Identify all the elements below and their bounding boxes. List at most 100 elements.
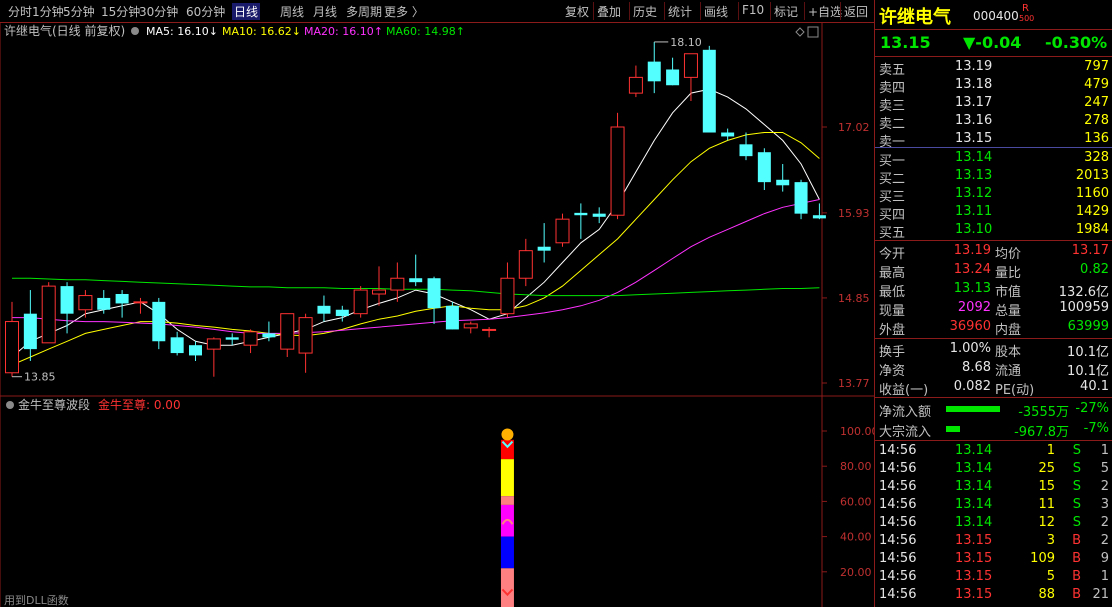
stat-row: 换手 1.00% 股本 10.1亿 (875, 340, 1112, 360)
ma-legend: MA10: 16.62↓ (222, 25, 301, 38)
candle-body-down (592, 213, 606, 217)
tick-volume: 25 (1038, 461, 1055, 476)
bid-price: 13.12 (955, 186, 993, 201)
bid-row: 买二 13.13 2013 (875, 167, 1112, 187)
stat-value: 2092 (957, 300, 991, 315)
flow-value: -967.8万 (1014, 425, 1069, 440)
settings-icon (131, 27, 139, 35)
candle-body-up (280, 313, 295, 350)
stat-value: 63999 (1067, 319, 1109, 334)
toolbar-action-button[interactable]: 历史 (633, 3, 657, 20)
ma5-line (11, 88, 820, 358)
bid-volume: 1429 (1075, 204, 1109, 219)
stat-value: 0.82 (1080, 262, 1109, 277)
flow-row: 大宗流入 -967.8万 -7% (875, 420, 1112, 440)
indicator-bar-segment (500, 568, 514, 607)
candle-body-up (78, 295, 93, 311)
low-price-label: 13.85 (24, 371, 56, 384)
toolbar-action-button[interactable]: F10 (742, 3, 764, 17)
badge-number: 500 (1019, 14, 1035, 23)
candle-body-up (243, 331, 258, 346)
candle-body-down (152, 301, 166, 342)
flow-bar (946, 406, 1000, 412)
bid-label: 买五 (879, 226, 906, 241)
candle-body-down (739, 144, 753, 157)
tick-row: 14:56 13.14 15 S 2 (875, 478, 1112, 496)
tick-side: B (1072, 587, 1081, 602)
period-tab[interactable]: 1分钟 (32, 3, 64, 20)
stat-label: 均价 (995, 247, 1022, 262)
toolbar-separator (840, 2, 841, 20)
stat-row: 外盘 36960 内盘 63999 (875, 318, 1112, 338)
toolbar-separator (770, 2, 771, 20)
period-toolbar: 分时 1分钟 5分钟 15分钟 30分钟 60分钟 日线 周线 月线 多周期 更多 〉 复权 叠加 历史统… (0, 0, 874, 23)
badge-r: R (1022, 3, 1029, 14)
flow-label: 净流入额 (879, 405, 932, 420)
period-tab[interactable]: 日线 (232, 3, 261, 20)
tick-price: 13.14 (955, 515, 993, 530)
maximize-icon (807, 26, 819, 38)
stat-value: 10.1亿 (1067, 345, 1109, 360)
stat-label: 换手 (879, 345, 906, 360)
candle-body-down (537, 246, 551, 251)
ask-row: 卖二 13.16 278 (875, 112, 1112, 132)
tick-volume: 109 (1030, 551, 1055, 566)
bid-price: 13.13 (955, 168, 993, 183)
period-tab[interactable]: 15分钟 (101, 3, 140, 20)
toolbar-action-button[interactable]: 统计 (668, 3, 692, 20)
candle-body-down (335, 309, 349, 317)
price-axis-label: 17.02 (838, 121, 870, 134)
tick-price: 13.15 (955, 551, 993, 566)
tick-price: 13.14 (955, 479, 993, 494)
tick-time: 14:56 (879, 443, 917, 458)
toolbar-action-button[interactable]: 标记 (774, 3, 798, 20)
tick-time: 14:56 (879, 533, 917, 548)
tick-volume: 88 (1038, 587, 1055, 602)
period-tab[interactable]: 30分钟 (139, 3, 178, 20)
toolbar-action-button[interactable]: 复权 (565, 3, 589, 20)
bid-volume: 2013 (1075, 168, 1109, 183)
period-tab[interactable]: 周线 (280, 3, 304, 20)
period-tab[interactable]: 月线 (313, 3, 337, 20)
candle-body-up (610, 126, 625, 216)
toolbar-action-button[interactable]: +自选 (808, 3, 842, 20)
tick-time: 14:56 (879, 497, 917, 512)
tick-row: 14:56 13.15 3 B 2 (875, 532, 1112, 550)
stat-value: 13.19 (953, 243, 991, 258)
period-tab[interactable]: 分时 (8, 3, 32, 20)
tick-count: 21 (1092, 587, 1109, 602)
tick-count: 2 (1100, 479, 1109, 494)
candle-body-up (628, 76, 643, 94)
tick-price: 13.14 (955, 461, 993, 476)
bid-volume: 328 (1084, 150, 1109, 165)
tick-row: 14:56 13.14 12 S 2 (875, 514, 1112, 532)
tick-time: 14:56 (879, 569, 917, 584)
tick-price: 13.15 (955, 569, 993, 584)
tick-count: 3 (1100, 497, 1109, 512)
toolbar-action-button[interactable]: 返回 (844, 3, 868, 20)
period-tab[interactable]: 5分钟 (63, 3, 95, 20)
candle-body-up (133, 301, 148, 304)
bid-row: 买一 13.14 328 (875, 149, 1112, 169)
tick-count: 2 (1100, 515, 1109, 530)
stat-label: 股本 (995, 345, 1022, 360)
stat-label: 内盘 (995, 323, 1022, 338)
toolbar-action-button[interactable]: 叠加 (597, 3, 621, 20)
candle-body-down (97, 297, 111, 310)
kline-chart[interactable]: 17.02 15.93 14.85 13.77 18.10 13.85 许继电气(日线 前复… (0, 22, 874, 607)
candle-body-down (757, 152, 771, 183)
period-tab[interactable]: 多周期 (346, 3, 382, 20)
period-tab[interactable]: 60分钟 (186, 3, 225, 20)
stock-name: 许继电气 (879, 7, 951, 28)
tick-time: 14:56 (879, 551, 917, 566)
tick-row: 14:56 13.14 11 S 3 (875, 496, 1112, 514)
stat-value: 13.17 (1071, 243, 1109, 258)
stat-value: 40.1 (1080, 379, 1109, 394)
toolbar-action-button[interactable]: 画线 (704, 3, 728, 20)
money-bag-icon (501, 428, 514, 441)
indicator-bar-segment (500, 536, 514, 569)
tick-side: S (1072, 443, 1081, 458)
candle-body-down (427, 278, 441, 309)
bid-volume: 1984 (1075, 222, 1109, 237)
period-tab[interactable]: 更多 〉 (384, 3, 424, 20)
